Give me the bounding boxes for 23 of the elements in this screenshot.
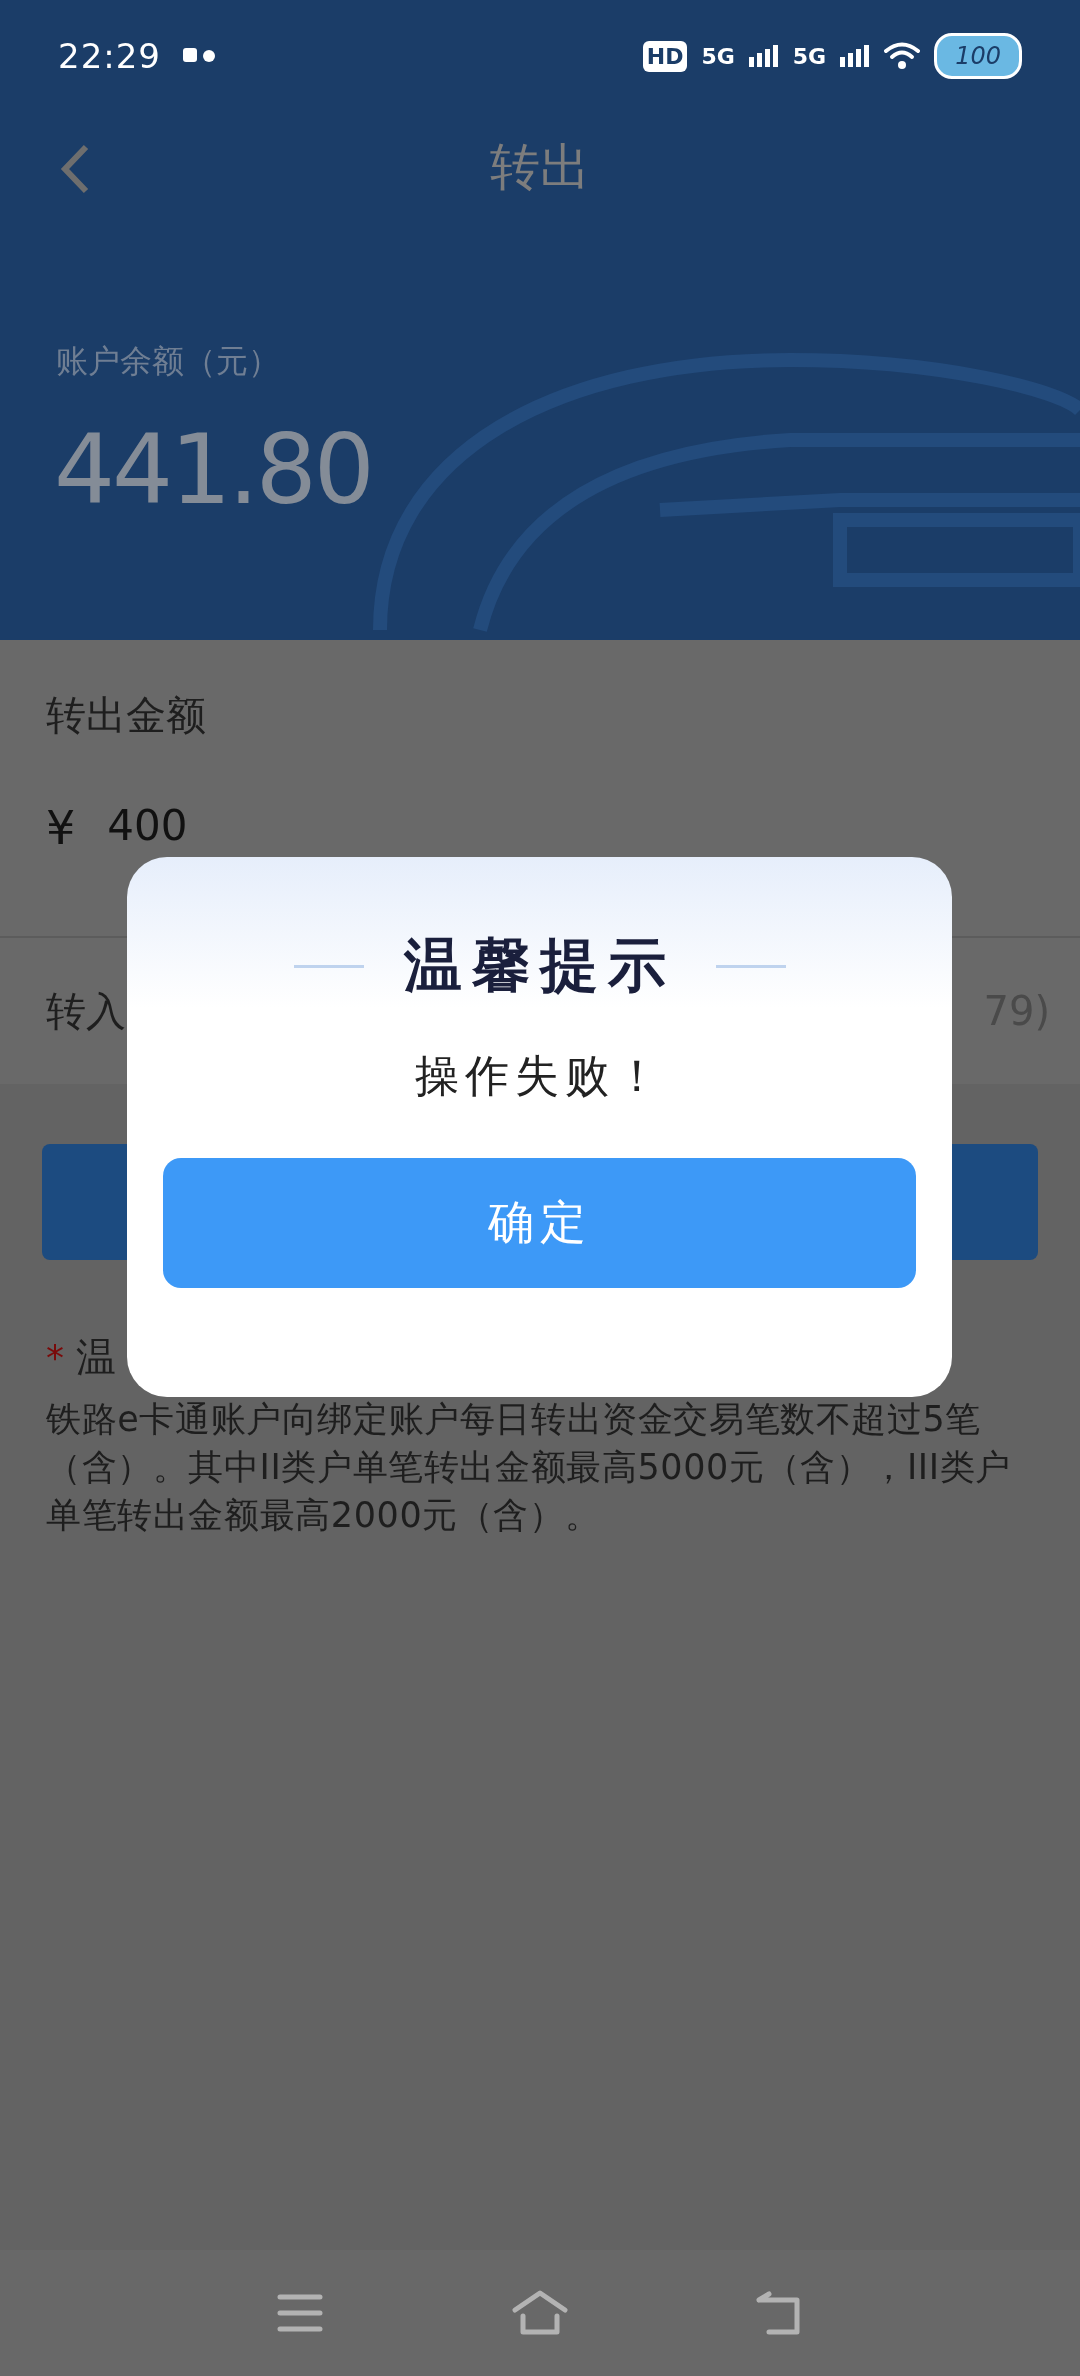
balance-label: 账户余额（元） xyxy=(56,341,280,382)
dialog-title: 温馨提示 xyxy=(403,930,676,1001)
signal-icon xyxy=(748,45,779,67)
page-title: 转出 xyxy=(490,136,590,198)
amount-field[interactable]: 400 xyxy=(107,801,188,850)
network-label: 5G xyxy=(701,43,735,69)
notice-title: 温 xyxy=(76,1333,116,1382)
required-mark: * xyxy=(46,1337,64,1378)
amount-label: 转出金额 xyxy=(45,691,207,740)
signal-icon xyxy=(840,45,871,67)
hd-indicator: HD xyxy=(642,40,688,72)
wifi-icon xyxy=(884,42,921,70)
network-label: 5G xyxy=(792,43,827,69)
status-time: 22:29 xyxy=(58,36,161,76)
dialog-message: 操作失败！ xyxy=(414,1049,665,1103)
battery-level: 100 xyxy=(934,33,1022,79)
target-account-label: 转入 xyxy=(46,986,126,1036)
notice-text: 铁路e卡通账户向绑定账户每日转出资金交易笔数不超过5笔（含）。其中II类户单笔转出金额最高5000元（含），III类户单笔转出金额最高2000元（含）。 xyxy=(46,1398,1012,1537)
currency-symbol: ¥ xyxy=(46,801,76,855)
menu-icon xyxy=(276,2293,324,2333)
confirm-button[interactable]: 确定 xyxy=(163,1158,916,1288)
home-icon xyxy=(511,2290,569,2336)
balance-amount: 441.80 xyxy=(54,414,372,526)
